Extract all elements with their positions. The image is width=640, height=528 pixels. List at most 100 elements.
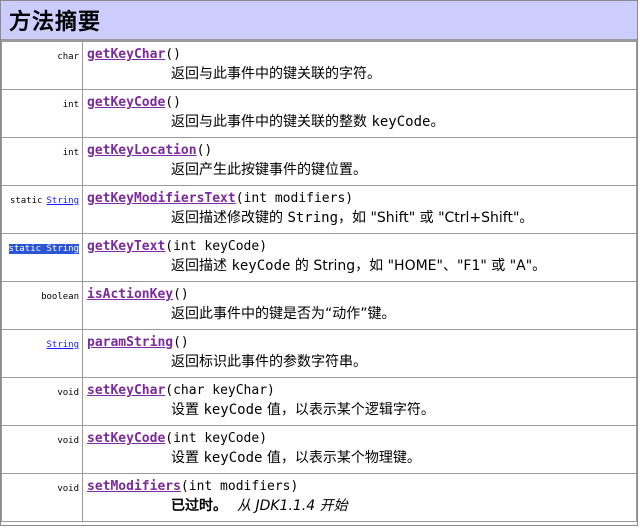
deprecated-note: 从 JDK1.1.4 开始: [237, 498, 348, 514]
description-text: 的 String，如 "HOME"、"F1" 或 "A"。: [290, 258, 547, 274]
type-modifier: static: [9, 196, 43, 206]
table-row: boolean isActionKey() 返回此事件中的键是否为“动作”键。: [1, 281, 637, 330]
method-detail-cell: getKeyLocation() 返回产生此按键事件的键位置。: [82, 137, 637, 186]
method-signature: getKeyCode(): [87, 92, 636, 112]
table-row: static String getKeyModifiersText(int mod…: [1, 185, 637, 234]
return-type: int: [63, 94, 79, 111]
method-signature: isActionKey(): [87, 284, 636, 304]
type-link[interactable]: String: [46, 340, 79, 350]
table-row: String paramString() 返回标识此事件的参数字符串。: [1, 329, 637, 378]
table-row: static String getKeyText(int keyCode) 返回描述…: [1, 233, 637, 282]
description-text: 返回描述修改键的: [171, 210, 288, 226]
method-link[interactable]: setKeyCode: [87, 431, 165, 446]
method-description: 返回描述 keyCode 的 String，如 "HOME"、"F1" 或 "A…: [87, 256, 636, 276]
type-modifier: static: [8, 244, 42, 254]
method-params: (): [196, 143, 213, 158]
type-link[interactable]: String: [46, 196, 79, 206]
return-type: static String: [8, 244, 79, 254]
return-type-cell: String: [1, 329, 83, 378]
table-row: void setKeyCode(int keyCode) 设置 keyCode 值，…: [1, 425, 637, 474]
description-text: 值，以表示某个物理键。: [262, 450, 421, 466]
description-text: keyCode: [203, 450, 263, 466]
method-link[interactable]: getKeyText: [87, 239, 165, 254]
method-params: (): [173, 287, 189, 302]
method-params: (): [165, 95, 181, 110]
method-link[interactable]: paramString: [87, 335, 173, 350]
method-params: (): [165, 47, 181, 62]
method-params: (): [173, 335, 189, 350]
return-type: int: [63, 142, 79, 159]
method-summary-table: char getKeyChar() 返回与此事件中的键关联的字符。 int getKey…: [1, 41, 637, 522]
method-description: 返回与此事件中的键关联的整数 keyCode。: [87, 112, 636, 132]
return-type: String: [46, 334, 79, 351]
method-signature: getKeyLocation(): [87, 140, 636, 160]
method-signature: paramString(): [87, 332, 636, 352]
description-text: 设置: [171, 402, 204, 418]
method-signature: getKeyChar(): [87, 44, 636, 64]
page-title: 方法摘要: [9, 10, 102, 35]
method-signature: setKeyChar(char keyChar): [87, 380, 636, 400]
return-type: boolean: [41, 286, 79, 303]
method-signature: getKeyModifiersText(int modifiers): [87, 188, 636, 208]
method-params: (int keyCode): [165, 431, 268, 446]
description-text: 值，以表示某个逻辑字符。: [262, 402, 435, 418]
type-link[interactable]: String: [46, 244, 79, 254]
description-text: String: [287, 210, 339, 226]
method-description: 返回标识此事件的参数字符串。: [87, 352, 636, 372]
description-text: keyCode: [371, 114, 431, 130]
method-description: 返回产生此按键事件的键位置。: [87, 160, 636, 180]
method-detail-cell: getKeyChar() 返回与此事件中的键关联的字符。: [82, 41, 637, 90]
description-text: 设置: [171, 450, 204, 466]
method-detail-cell: getKeyCode() 返回与此事件中的键关联的整数 keyCode。: [82, 89, 637, 138]
method-detail-cell: getKeyModifiersText(int modifiers) 返回描述修改…: [82, 185, 637, 234]
return-type-cell: int: [1, 89, 83, 138]
return-type-cell: static String: [1, 185, 83, 234]
method-description: 设置 keyCode 值，以表示某个逻辑字符。: [87, 400, 636, 420]
description-text: 。: [430, 114, 445, 130]
type-name: char: [57, 52, 79, 62]
return-type: void: [57, 430, 79, 447]
method-detail-cell: setKeyCode(int keyCode) 设置 keyCode 值，以表示某…: [82, 425, 637, 474]
method-link[interactable]: getKeyChar: [87, 47, 165, 62]
return-type-cell: void: [1, 473, 83, 522]
header-bar: 方法摘要: [1, 1, 637, 41]
description-text: 返回与此事件中的键关联的字符。: [171, 66, 381, 82]
method-detail-cell: setModifiers(int modifiers) 已过时。从 JDK1.1.…: [82, 473, 637, 522]
method-params: (char keyChar): [165, 383, 275, 398]
return-type-cell: int: [1, 137, 83, 186]
return-type-cell: static String: [1, 233, 83, 282]
table-row: int getKeyLocation() 返回产生此按键事件的键位置。: [1, 137, 637, 186]
method-link[interactable]: getKeyCode: [87, 95, 165, 110]
return-type: static String: [10, 190, 79, 207]
method-summary-panel: 方法摘要 char getKeyChar() 返回与此事件中的键关联的字符。 int g…: [0, 0, 638, 526]
type-name: void: [57, 484, 79, 494]
return-type: char: [57, 46, 79, 63]
return-type-cell: void: [1, 425, 83, 474]
description-text: keyCode: [203, 402, 263, 418]
return-type-cell: boolean: [1, 281, 83, 330]
method-detail-cell: getKeyText(int keyCode) 返回描述 keyCode 的 St…: [82, 233, 637, 282]
description-text: 返回与此事件中的键关联的整数: [171, 114, 372, 130]
method-detail-cell: setKeyChar(char keyChar) 设置 keyCode 值，以表示…: [82, 377, 637, 426]
type-name: void: [57, 388, 79, 398]
type-name: int: [62, 148, 79, 158]
method-signature: setKeyCode(int keyCode): [87, 428, 636, 448]
method-description: 返回此事件中的键是否为“动作”键。: [87, 304, 636, 324]
return-type-cell: void: [1, 377, 83, 426]
method-link[interactable]: isActionKey: [87, 287, 173, 302]
type-name: boolean: [41, 292, 79, 302]
method-description: 设置 keyCode 值，以表示某个物理键。: [87, 448, 636, 468]
method-link[interactable]: getKeyModifiersText: [87, 191, 236, 206]
method-link[interactable]: setKeyChar: [87, 383, 165, 398]
table-row: void setModifiers(int modifiers) 已过时。从 JDK…: [1, 473, 637, 522]
deprecated-label: 已过时。: [171, 498, 227, 514]
description-text: 返回产生此按键事件的键位置。: [171, 162, 367, 178]
type-name: void: [57, 436, 79, 446]
method-params: (int modifiers): [180, 479, 299, 494]
method-link[interactable]: setModifiers: [87, 479, 181, 494]
description-text: 返回标识此事件的参数字符串。: [171, 354, 367, 370]
method-detail-cell: isActionKey() 返回此事件中的键是否为“动作”键。: [82, 281, 637, 330]
method-detail-cell: paramString() 返回标识此事件的参数字符串。: [82, 329, 637, 378]
method-description: 返回与此事件中的键关联的字符。: [87, 64, 636, 84]
method-link[interactable]: getKeyLocation: [87, 143, 197, 158]
